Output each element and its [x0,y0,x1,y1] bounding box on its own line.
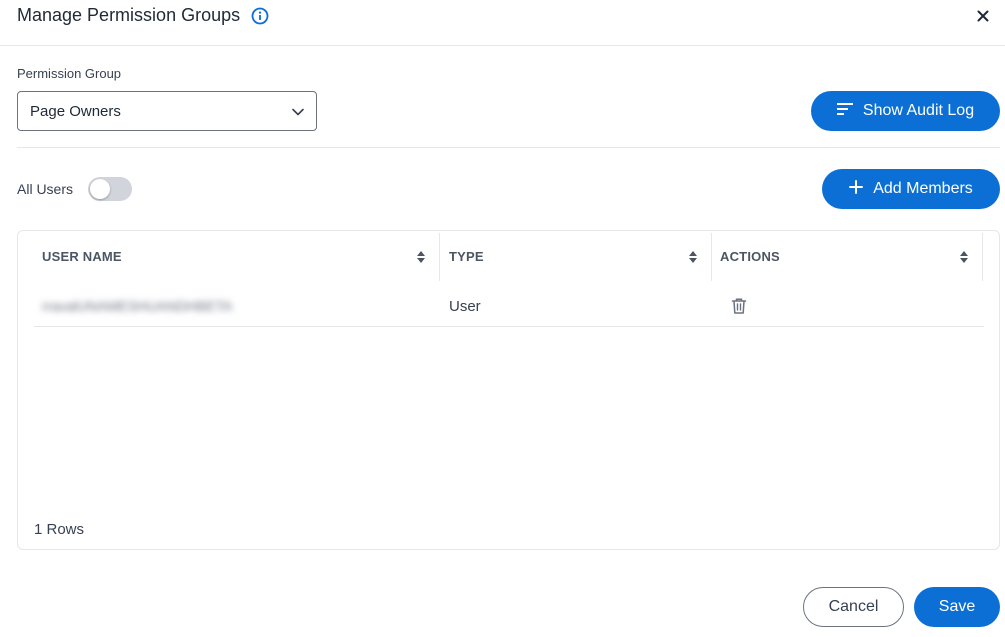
trash-icon[interactable] [731,297,747,315]
list-lines-icon [836,102,853,121]
column-header-label: ACTIONS [720,249,780,264]
permission-group-label: Permission Group [17,66,122,81]
column-header-label: TYPE [449,249,484,264]
toggle-knob [90,179,110,199]
show-audit-log-label: Show Audit Log [862,102,975,119]
column-header-label: USER NAME [42,249,122,264]
all-users-toggle[interactable] [88,177,132,201]
section-divider [17,147,1000,148]
chevron-down-icon [291,105,305,119]
column-header-actions[interactable]: ACTIONS [720,231,980,281]
sort-icon[interactable] [417,251,425,263]
sort-icon[interactable] [689,251,697,263]
close-icon[interactable] [973,6,993,26]
cancel-button[interactable]: Cancel [803,587,904,627]
column-separator [982,233,983,281]
column-separator [439,233,440,281]
sort-icon[interactable] [960,251,968,263]
permission-group-value: Page Owners [30,103,121,120]
user-name-cell: rravalUNAMESHUANDHBETA [42,298,233,314]
members-table: USER NAME TYPE ACTIONS rravalUNAMESHUAND… [17,230,1000,550]
add-members-label: Add Members [873,180,973,197]
column-header-type[interactable]: TYPE [449,231,699,281]
add-members-button[interactable]: Add Members [822,169,1000,209]
dialog-title: Manage Permission Groups [17,5,241,25]
table-row: rravalUNAMESHUANDHBETA User [34,287,984,327]
column-header-user-name[interactable]: USER NAME [42,231,430,281]
type-cell: User [449,298,481,315]
rows-count: 1 Rows [34,521,85,538]
column-separator [711,233,712,281]
all-users-label: All Users [17,181,74,197]
dialog-header: Manage Permission Groups [0,0,1005,46]
info-circle-icon[interactable] [251,7,269,25]
save-button[interactable]: Save [914,587,1000,627]
show-audit-log-button[interactable]: Show Audit Log [811,91,1000,131]
permission-group-select[interactable]: Page Owners [17,91,317,131]
plus-icon [849,179,864,199]
